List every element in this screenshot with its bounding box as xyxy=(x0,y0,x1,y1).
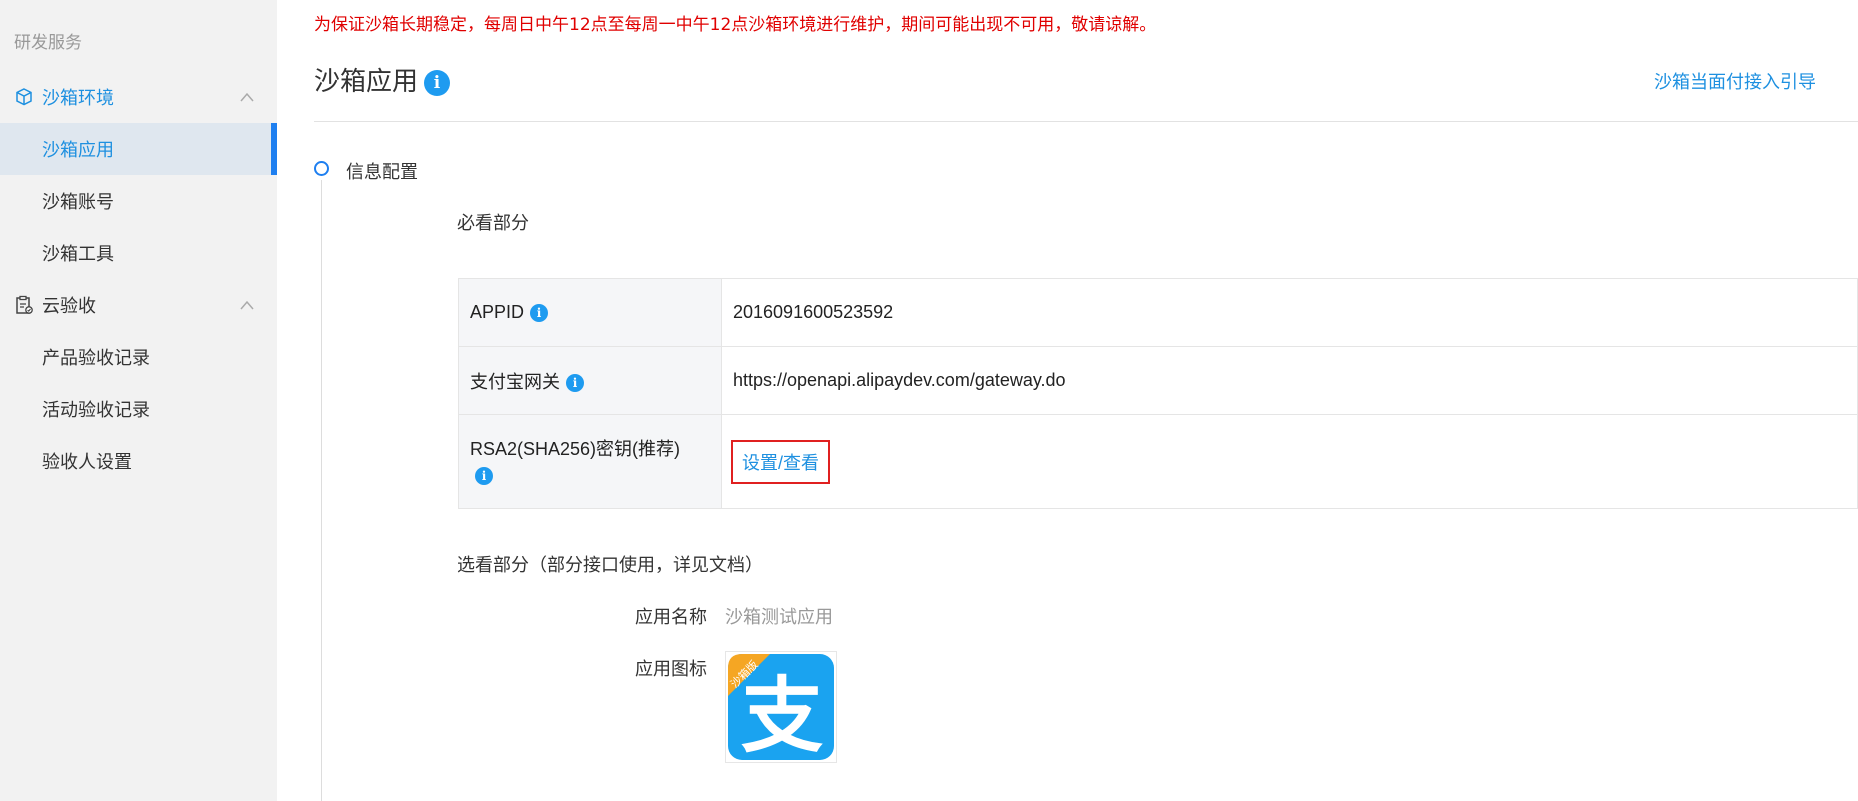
sidebar-item-label: 产品验收记录 xyxy=(42,348,150,369)
appid-value: 2016091600523592 xyxy=(733,302,894,322)
table-row: 支付宝网关 i https://openapi.alipaydev.com/gat… xyxy=(458,346,1858,415)
appid-label: APPID xyxy=(470,302,525,322)
info-icon[interactable]: i xyxy=(424,70,451,96)
step-title: 信息配置 xyxy=(346,162,418,183)
page-title-text: 沙箱应用 xyxy=(314,67,419,97)
sidebar-item-label: 活动验收记录 xyxy=(42,400,150,421)
cube-icon xyxy=(16,88,32,106)
appid-key-cell: APPID i xyxy=(458,278,722,347)
gateway-value: https://openapi.alipaydev.com/gateway.do xyxy=(733,370,1066,390)
sidebar-item-label: 沙箱应用 xyxy=(42,140,114,161)
gateway-label: 支付宝网关 xyxy=(470,371,560,392)
app-icon-label: 应用图标 xyxy=(635,659,707,680)
chevron-up-icon xyxy=(240,300,254,310)
sidebar-item-acceptor-settings[interactable]: 验收人设置 xyxy=(0,435,277,487)
optional-section-title: 选看部分（部分接口使用，详见文档） xyxy=(457,555,763,576)
page-title: 沙箱应用 i xyxy=(314,61,451,98)
sidebar-item-label: 沙箱工具 xyxy=(42,244,114,265)
table-row: APPID i 2016091600523592 xyxy=(458,278,1858,347)
app-name-label: 应用名称 xyxy=(635,607,707,628)
sidebar-group-sandbox[interactable]: 沙箱环境 xyxy=(0,71,277,123)
timeline-dot xyxy=(314,161,329,176)
sidebar-group-label: 云验收 xyxy=(42,296,96,317)
table-row: RSA2(SHA256)密钥(推荐) i 设置/查看 xyxy=(458,414,1858,509)
sidebar-item-sandbox-tools[interactable]: 沙箱工具 xyxy=(0,227,277,279)
app-name-value: 沙箱测试应用 xyxy=(725,607,833,628)
info-icon[interactable]: i xyxy=(530,304,549,322)
sidebar-item-product-acceptance[interactable]: 产品验收记录 xyxy=(0,331,277,383)
info-icon[interactable]: i xyxy=(566,373,584,392)
timeline-line xyxy=(321,180,322,801)
sidebar-group-cloud-acceptance[interactable]: 云验收 xyxy=(0,279,277,331)
alipay-glyph: 支 xyxy=(741,669,823,762)
alipay-logo-icon: 支 沙箱版 xyxy=(727,654,834,764)
app-icon: 支 沙箱版 xyxy=(725,651,837,764)
clipboard-icon xyxy=(16,295,33,314)
info-icon[interactable]: i xyxy=(475,466,493,485)
gateway-key-cell: 支付宝网关 i xyxy=(458,346,722,415)
sidebar-item-label: 验收人设置 xyxy=(42,452,132,473)
sidebar: 研发服务 沙箱环境 沙箱应用 沙箱账号 沙箱工具 云验收 产品验收记录 活动验收… xyxy=(0,0,277,801)
sidebar-section-title: 研发服务 xyxy=(14,33,82,53)
gateway-value-cell: https://openapi.alipaydev.com/gateway.do xyxy=(721,346,1858,415)
required-section-title: 必看部分 xyxy=(457,213,529,234)
rsa2-label: RSA2(SHA256)密钥(推荐) xyxy=(470,438,681,459)
sidebar-item-label: 沙箱账号 xyxy=(42,192,114,213)
sidebar-group-label: 沙箱环境 xyxy=(42,88,114,109)
sidebar-item-sandbox-app[interactable]: 沙箱应用 xyxy=(0,123,277,175)
rsa2-key-cell: RSA2(SHA256)密钥(推荐) i xyxy=(458,414,722,509)
config-table: APPID i 2016091600523592 支付宝网关 i https://o… xyxy=(458,278,1858,509)
chevron-up-icon xyxy=(240,92,254,102)
set-view-key-link[interactable]: 设置/查看 xyxy=(731,439,831,484)
sandbox-guide-link[interactable]: 沙箱当面付接入引导 xyxy=(1654,68,1816,94)
rsa2-value-cell: 设置/查看 xyxy=(721,414,1858,509)
divider xyxy=(314,121,1858,122)
sidebar-item-activity-acceptance[interactable]: 活动验收记录 xyxy=(0,383,277,435)
maintenance-notice: 为保证沙箱长期稳定，每周日中午12点至每周一中午12点沙箱环境进行维护，期间可能… xyxy=(314,15,1157,35)
sidebar-item-sandbox-account[interactable]: 沙箱账号 xyxy=(0,175,277,227)
appid-value-cell: 2016091600523592 xyxy=(721,278,1858,347)
